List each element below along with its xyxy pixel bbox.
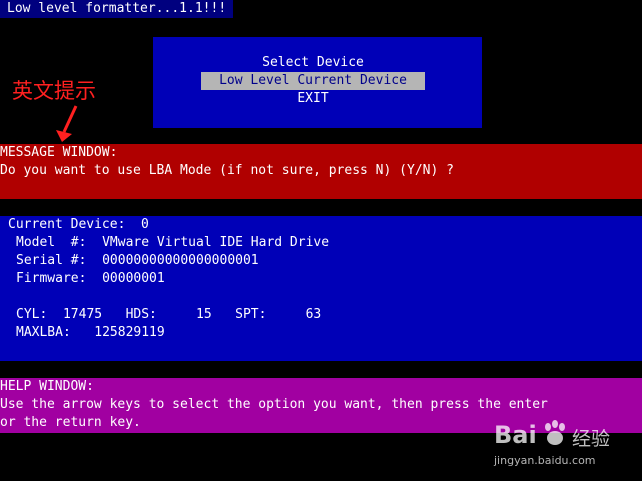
app-title-bar: Low level formatter...1.1!!! xyxy=(0,0,233,20)
help-text-line-2: or the return key. xyxy=(0,415,141,430)
paw-icon xyxy=(545,420,565,445)
device-geometry: CYL: 17475 HDS: 15 SPT: 63 xyxy=(16,307,322,322)
watermark-logo: Bai xyxy=(494,421,537,449)
device-firmware: Firmware: 00000001 xyxy=(16,271,165,286)
message-prompt: Do you want to use LBA Mode (if not sure… xyxy=(0,163,454,178)
app-title: Low level formatter...1.1!!! xyxy=(7,1,227,16)
annotation-arrow-icon xyxy=(56,105,78,142)
device-model: Model #: VMware Virtual IDE Hard Drive xyxy=(16,235,330,250)
device-info-window: Current Device: 0 Model #: VMware Virtua… xyxy=(0,216,642,361)
device-serial: Serial #: 00000000000000000001 xyxy=(16,253,259,268)
message-window: MESSAGE WINDOW: Do you want to use LBA M… xyxy=(0,144,642,199)
menu-item-low-level-current-device[interactable]: Low Level Current Device xyxy=(201,72,425,90)
main-menu: Select Device Low Level Current Device E… xyxy=(153,37,482,128)
menu-item-select-device[interactable]: Select Device xyxy=(201,54,425,72)
help-text-line-1: Use the arrow keys to select the option … xyxy=(0,397,548,412)
message-window-title: MESSAGE WINDOW: xyxy=(0,145,118,160)
watermark-suffix: 经验 xyxy=(572,428,611,450)
annotation-label: 英文提示 xyxy=(12,79,96,103)
device-maxlba: MAXLBA: 125829119 xyxy=(16,325,165,340)
menu-item-exit[interactable]: EXIT xyxy=(201,90,425,108)
current-device: Current Device: 0 xyxy=(8,217,149,232)
watermark: Bai 经验 jingyan.baidu.com xyxy=(490,417,640,477)
watermark-url: jingyan.baidu.com xyxy=(494,454,596,467)
help-window-title: HELP WINDOW: xyxy=(0,379,94,394)
